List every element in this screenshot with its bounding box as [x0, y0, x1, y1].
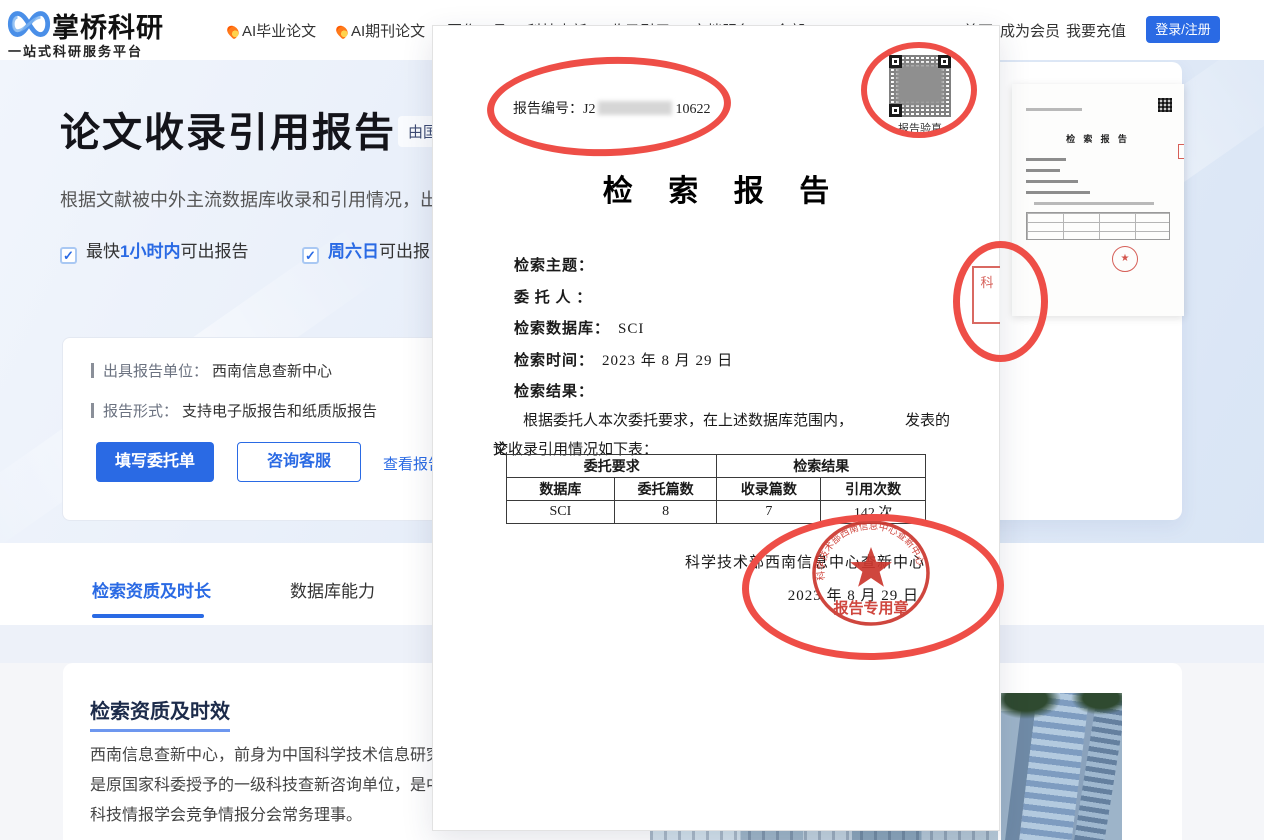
- qr-finder-icon: [889, 104, 902, 117]
- report-lightbox-modal: 报告编号：J210622 报告验真 检 索 报 告 检索主题： 委 托 人 ： …: [432, 25, 1000, 831]
- redacted-blur: [598, 101, 672, 115]
- active-tab-underline: [92, 614, 204, 618]
- thumb-line: [1026, 180, 1078, 183]
- info-row-issuer: 出具报告单位：西南信息查新中心: [91, 360, 332, 381]
- flame-icon: [225, 23, 241, 39]
- qr-finder-icon: [889, 55, 902, 68]
- thumb-qr-icon: [1158, 98, 1172, 112]
- logo-title: 掌桥科研: [52, 6, 164, 45]
- field-result: 检索结果：: [514, 380, 602, 401]
- qr-finder-icon: [938, 55, 951, 68]
- qr-code-icon: [889, 55, 951, 117]
- info-label: 出具报告单位：: [103, 363, 208, 380]
- nav-item-label: AI期刊论文: [351, 23, 425, 40]
- col-header: 引用次数: [821, 478, 926, 501]
- field-topic: 检索主题：: [514, 254, 602, 275]
- cell-commissioned: 8: [614, 501, 717, 524]
- thumb-paging-seal-icon: [1178, 144, 1184, 159]
- nav-item-ai-journal[interactable]: AI期刊论文: [337, 20, 425, 41]
- tab-qualification[interactable]: 检索资质及时长: [92, 577, 211, 602]
- thumb-line: [1026, 191, 1090, 194]
- login-register-button[interactable]: 登录/注册: [1146, 16, 1220, 43]
- official-stamp-seal-icon: 科学技术部西南信息中心查新中心 报告专用章: [809, 517, 933, 629]
- feature-text: 最快: [86, 242, 120, 261]
- thumb-line: [1034, 202, 1154, 205]
- info-label: 报告形式：: [103, 403, 178, 420]
- nav-item-ai-thesis[interactable]: AI毕业论文: [228, 20, 316, 41]
- foliage: [1001, 693, 1061, 719]
- field-label: 委 托 人 ：: [514, 290, 592, 306]
- logo-infinity-icon: [6, 8, 52, 40]
- page-title: 论文收录引用报告: [60, 100, 396, 158]
- field-value: 2023 年 8 月 29 日: [602, 353, 733, 369]
- table-header-row: 数据库 委托篇数 收录篇数 引用次数: [507, 478, 926, 501]
- report-number-prefix: J2: [583, 102, 595, 117]
- bullet-bar: [91, 403, 94, 418]
- feature-weekend-report: ✓ 周六日可出报: [302, 237, 430, 264]
- report-number-label: 报告编号：: [513, 102, 583, 117]
- paragraph-line: 西南信息查新中心，前身为中国科学技术信息研究所重: [90, 741, 490, 771]
- paragraph-line: 科技情报学会竞争情报分会常务理事。: [90, 801, 490, 831]
- feature-fast-report: ✓ 最快1小时内可出报告: [60, 237, 248, 264]
- contact-support-button[interactable]: 咨询客服: [237, 442, 361, 482]
- info-row-format: 报告形式：支持电子版报告和纸质版报告: [91, 400, 377, 421]
- col-header: 数据库: [507, 478, 615, 501]
- tab-database-capability[interactable]: 数据库能力: [290, 577, 375, 602]
- logo-subtitle: 一站式科研服务平台: [8, 41, 143, 60]
- foliage: [1071, 693, 1122, 715]
- section-heading: 检索资质及时效: [90, 695, 230, 732]
- nav-item-label: AI毕业论文: [242, 23, 316, 40]
- field-client: 委 托 人 ：: [514, 286, 600, 307]
- flame-icon: [334, 23, 350, 39]
- group-header: 检索结果: [717, 455, 926, 478]
- field-label: 检索时间：: [514, 353, 594, 369]
- table-group-header-row: 委托要求 检索结果: [507, 455, 926, 478]
- thumb-line: [1026, 158, 1066, 161]
- page: 掌桥科研 一站式科研服务平台 AI毕业论文 AI期刊论文 AI写作工具 科技查新…: [0, 0, 1264, 840]
- feature-text: 可出报告: [180, 242, 248, 261]
- checkbox-check-icon: ✓: [60, 247, 77, 264]
- building-photo: [1001, 693, 1122, 840]
- thumb-table: [1026, 212, 1170, 240]
- field-label: 检索结果：: [514, 384, 594, 400]
- col-header: 委托篇数: [614, 478, 717, 501]
- thumb-line: [1026, 169, 1060, 172]
- field-label: 检索主题：: [514, 258, 594, 274]
- paragraph-text: 根据委托人本次委托要求，在上述数据库范围内，: [523, 413, 853, 429]
- info-value: 支持电子版报告和纸质版报告: [182, 403, 377, 420]
- bullet-bar: [91, 363, 94, 378]
- field-value: SCI: [618, 321, 644, 337]
- field-date: 检索时间： 2023 年 8 月 29 日: [514, 349, 733, 370]
- report-preview-thumbnail[interactable]: 检 索 报 告 ★: [1012, 84, 1184, 316]
- field-label: 检索数据库：: [514, 321, 610, 337]
- fill-order-button[interactable]: 填写委托单: [96, 442, 214, 482]
- cell-indexed: 7: [717, 501, 821, 524]
- feature-highlight: 周六日: [328, 242, 379, 261]
- field-database: 检索数据库： SCI: [514, 317, 644, 338]
- group-header: 委托要求: [507, 455, 717, 478]
- paging-seal-icon: 科: [972, 266, 1000, 324]
- section-paragraph: 西南信息查新中心，前身为中国科学技术信息研究所重 是原国家科委授予的一级科技查新…: [90, 741, 490, 831]
- checkbox-check-icon: ✓: [302, 247, 319, 264]
- qr-verify-label: 报告验真: [879, 120, 961, 136]
- thumb-report-title: 检 索 报 告: [1012, 132, 1184, 145]
- cell-database: SCI: [507, 501, 615, 524]
- report-number-suffix: 10622: [675, 102, 710, 117]
- report-title: 检 索 报 告: [433, 166, 999, 210]
- info-value: 西南信息查新中心: [212, 363, 332, 380]
- qr-redacted-blur: [896, 64, 944, 105]
- feature-text: 可出报: [379, 242, 430, 261]
- nav-item-membership[interactable]: 成为会员: [1000, 20, 1060, 41]
- col-header: 收录篇数: [717, 478, 821, 501]
- paragraph-line: 是原国家科委授予的一级科技查新咨询单位，是中国科技: [90, 771, 490, 801]
- thumb-stamp-icon: ★: [1112, 246, 1138, 272]
- nav-item-recharge[interactable]: 我要充值: [1066, 20, 1126, 41]
- report-number-line: 报告编号：J2 10622: [513, 98, 710, 118]
- page-description: 根据文献被中外主流数据库收录和引用情况，出具证: [60, 186, 474, 212]
- feature-highlight: 1小时内: [120, 242, 180, 261]
- thumb-line: [1026, 108, 1082, 111]
- result-table: 委托要求 检索结果 数据库 委托篇数 收录篇数 引用次数 SCI 8 7 142…: [506, 454, 926, 524]
- svg-text:报告专用章: 报告专用章: [833, 599, 908, 617]
